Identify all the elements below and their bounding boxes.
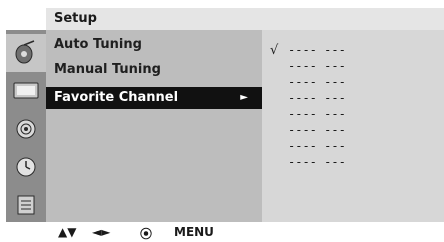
menu-item-favorite-channel[interactable]: Favorite Channel ► xyxy=(46,87,262,109)
list-item[interactable]: ---- --- xyxy=(270,59,346,75)
sidebar-item-setup[interactable] xyxy=(6,34,46,72)
favorite-channel-list: √ ---- --- ---- --- ---- --- ---- --- ---… xyxy=(262,30,444,222)
channel-slot: ---- --- xyxy=(288,59,346,73)
channel-slot: ---- --- xyxy=(288,123,346,137)
tuning-icon xyxy=(15,40,35,64)
list-item[interactable]: ---- --- xyxy=(270,91,346,107)
list-item[interactable]: ---- --- xyxy=(270,139,346,155)
menu-icon-column xyxy=(6,30,46,222)
submenu-arrow-icon: ► xyxy=(240,92,248,103)
footer-hints: ▲▼ ◄► ⦿ MENU xyxy=(46,222,444,242)
check-mark-icon: √ xyxy=(270,43,279,58)
menu-item-auto-tuning[interactable]: Auto Tuning xyxy=(46,34,262,56)
menu-hint-label: MENU xyxy=(174,225,214,239)
channel-slot: ---- --- xyxy=(288,75,346,89)
channel-slot: ---- --- xyxy=(288,155,346,169)
menu-item-label: Favorite Channel xyxy=(54,90,179,105)
time-icon xyxy=(16,157,36,177)
list-item[interactable]: ---- --- xyxy=(270,155,346,171)
sidebar-item-sound[interactable] xyxy=(6,110,46,148)
updown-arrows-icon: ▲▼ xyxy=(58,225,77,239)
sidebar-item-time[interactable] xyxy=(6,148,46,186)
channel-slot: ---- --- xyxy=(288,43,346,57)
header-bar: Setup xyxy=(46,8,444,30)
menu-item-label: Manual Tuning xyxy=(54,62,161,77)
page-title: Setup xyxy=(54,11,97,26)
channel-slot: ---- --- xyxy=(288,107,346,121)
leftright-arrows-icon: ◄► xyxy=(92,225,111,239)
channel-slot: ---- --- xyxy=(288,139,346,153)
ok-button-icon: ⦿ xyxy=(140,227,153,241)
sidebar-item-special[interactable] xyxy=(6,186,46,224)
list-item[interactable]: √ ---- --- xyxy=(270,43,346,59)
menu-item-label: Auto Tuning xyxy=(54,37,142,52)
channel-slot: ---- --- xyxy=(288,91,346,105)
sidebar-item-picture[interactable] xyxy=(6,72,46,110)
setup-menu: Auto Tuning Manual Tuning Favorite Chann… xyxy=(46,30,262,222)
sound-icon xyxy=(16,119,36,139)
list-item[interactable]: ---- --- xyxy=(270,107,346,123)
special-icon xyxy=(17,195,35,215)
osd-screen: Setup Auto Tuning Manual Tuning Favorite… xyxy=(0,0,444,242)
picture-icon xyxy=(13,82,39,99)
list-item[interactable]: ---- --- xyxy=(270,123,346,139)
menu-item-manual-tuning[interactable]: Manual Tuning xyxy=(46,59,262,81)
list-item[interactable]: ---- --- xyxy=(270,75,346,91)
